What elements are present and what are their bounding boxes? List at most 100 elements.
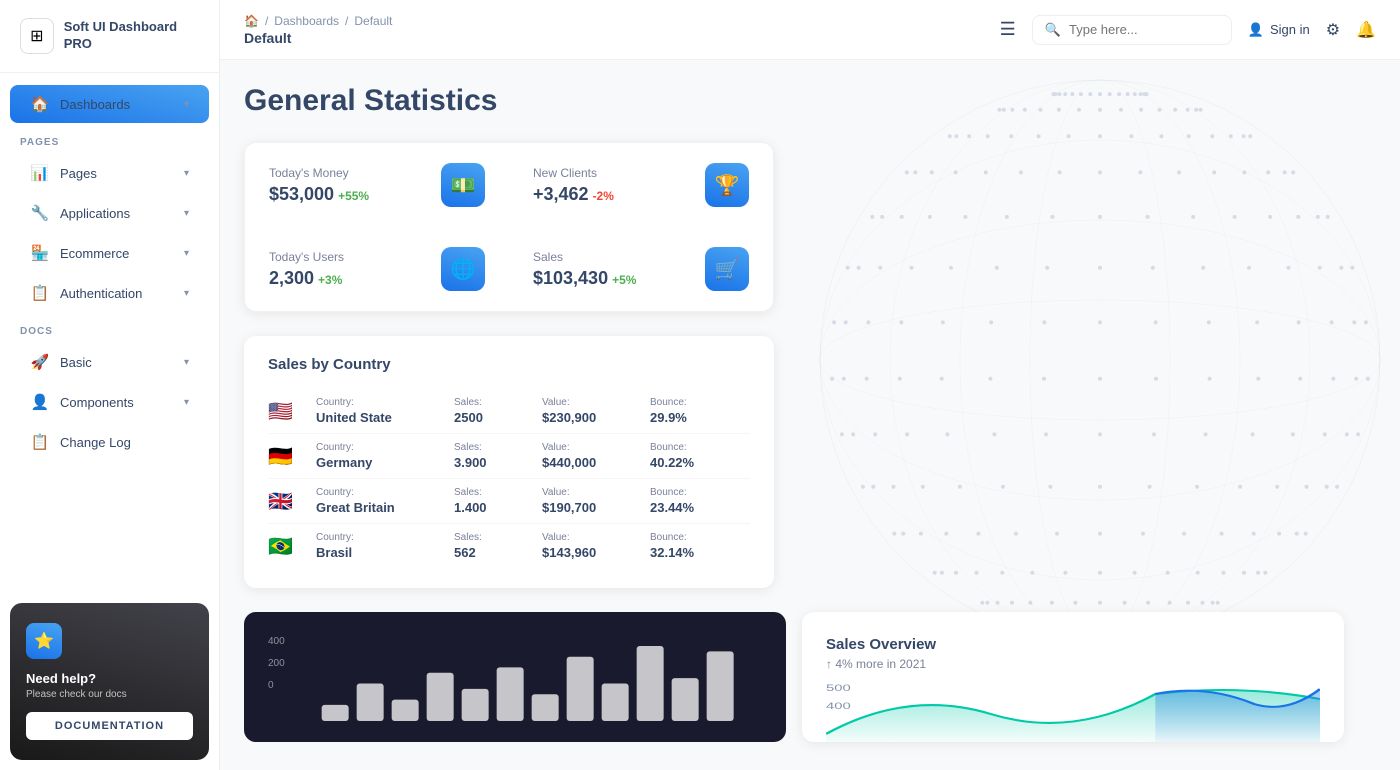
col-value-sales4: 562 [454,545,534,560]
page-title: General Statistics [244,84,1376,118]
col-label-bounce4: Bounce: [650,532,750,543]
hamburger-menu[interactable]: ☰ [1000,19,1016,40]
bounce-br: Bounce: 32.14% [650,532,750,560]
help-star-icon: ⭐ [26,623,62,659]
flag-us: 🇺🇸 [268,399,308,424]
stat-change-sales: +5% [612,273,636,287]
sales-by-country: Sales by Country 🇺🇸 Country: United Stat… [244,336,774,588]
documentation-button[interactable]: DOCUMENTATION [26,712,193,740]
svg-text:400: 400 [826,701,851,711]
basic-icon: 🚀 [30,353,50,371]
stat-value-clients: +3,462 [533,184,589,205]
sidebar-item-dashboards[interactable]: 🏠 Dashboards ▾ [10,85,209,123]
stat-info-money: Today's Money $53,000 +55% [269,166,369,205]
sales-row-de: 🇩🇪 Country: Germany Sales: 3.900 Value: … [268,434,750,479]
pages-icon: 📊 [30,164,50,182]
stat-value-money: $53,000 [269,184,334,205]
help-subtitle: Please check our docs [26,689,193,700]
applications-chevron: ▾ [184,208,189,219]
signin-button[interactable]: 👤 Sign in [1248,22,1310,38]
flag-gb: 🇬🇧 [268,489,308,514]
dashboards-icon: 🏠 [30,95,50,113]
col-label-value4: Value: [542,532,642,543]
col-label-bounce3: Bounce: [650,487,750,498]
pages-section-label: PAGES [0,125,219,152]
topnav: 🏠 / Dashboards / Default Default ☰ 🔍 👤 S… [220,0,1400,60]
components-icon: 👤 [30,393,50,411]
dashboards-label: Dashboards [60,97,130,112]
col-label-sales3: Sales: [454,487,534,498]
sidebar-nav: 🏠 Dashboards ▾ PAGES 📊 Pages ▾ 🔧 Applica… [0,73,219,593]
col-value-sales3: 1.400 [454,500,534,515]
authentication-chevron: ▾ [184,288,189,299]
search-box[interactable]: 🔍 [1032,15,1232,45]
stat-card-users: Today's Users 2,300 +3% 🌐 [244,227,509,312]
ecommerce-icon: 🏪 [30,244,50,262]
col-label-country3: Country: [316,487,446,498]
stat-change-users: +3% [318,273,342,287]
breadcrumb-top: 🏠 / Dashboards / Default [244,14,392,28]
basic-chevron: ▾ [184,357,189,368]
sidebar-item-basic[interactable]: 🚀 Basic ▾ [10,343,209,381]
dashboards-chevron: ▾ [184,99,189,110]
stat-card-sales: Sales $103,430 +5% 🛒 [509,227,774,312]
breadcrumb-separator1: / [265,14,268,28]
overview-up-icon: ↑ [826,657,832,671]
overview-change-text: 4% more in 2021 [835,657,926,671]
breadcrumb: 🏠 / Dashboards / Default Default [244,14,392,46]
sidebar-item-components[interactable]: 👤 Components ▾ [10,383,209,421]
logo-icon: ⊞ [20,18,54,54]
sidebar-item-ecommerce[interactable]: 🏪 Ecommerce ▾ [10,234,209,272]
applications-label: Applications [60,206,130,221]
col-label-bounce2: Bounce: [650,442,750,453]
ecommerce-chevron: ▾ [184,248,189,259]
stat-label-users: Today's Users [269,250,344,264]
sales-table-title: Sales by Country [268,356,750,373]
notifications-icon[interactable]: 🔔 [1356,20,1376,40]
svg-text:500: 500 [826,683,851,693]
stats-grid: Today's Money $53,000 +55% 💵 New Clients… [244,142,774,312]
signin-label: Sign in [1270,22,1310,37]
stat-card-clients: New Clients +3,462 -2% 🏆 [509,142,774,227]
country-us: Country: United State [316,397,446,425]
col-value-value2: $440,000 [542,455,642,470]
stat-value-sales: $103,430 [533,268,608,289]
components-label: Components [60,395,134,410]
col-value-country4: Brasil [316,545,446,560]
stat-info-users: Today's Users 2,300 +3% [269,250,344,289]
col-label-country4: Country: [316,532,446,543]
breadcrumb-title: Default [244,30,392,46]
sidebar-item-pages[interactable]: 📊 Pages ▾ [10,154,209,192]
docs-section-label: DOCS [0,314,219,341]
sales-row-br: 🇧🇷 Country: Brasil Sales: 562 Value: $14… [268,524,750,568]
stat-icon-sales: 🛒 [705,247,749,291]
stat-label-clients: New Clients [533,166,614,180]
basic-label: Basic [60,355,92,370]
sales-us: Sales: 2500 [454,397,534,425]
applications-icon: 🔧 [30,204,50,222]
help-box: ⭐ Need help? Please check our docs DOCUM… [10,603,209,760]
authentication-icon: 📋 [30,284,50,302]
bounce-gb: Bounce: 23.44% [650,487,750,515]
sidebar-item-applications[interactable]: 🔧 Applications ▾ [10,194,209,232]
topnav-right: ☰ 🔍 👤 Sign in ⚙ 🔔 [1000,15,1376,45]
main-area: 🏠 / Dashboards / Default Default ☰ 🔍 👤 S… [220,0,1400,770]
settings-icon[interactable]: ⚙ [1326,20,1340,40]
stat-icon-clients: 🏆 [705,163,749,207]
search-input[interactable] [1069,22,1219,37]
sidebar-item-changelog[interactable]: 📋 Change Log [10,423,209,461]
sidebar-item-authentication[interactable]: 📋 Authentication ▾ [10,274,209,312]
col-value-value1: $230,900 [542,410,642,425]
value-gb: Value: $190,700 [542,487,642,515]
sidebar-logo: ⊞ Soft UI Dashboard PRO [0,0,219,73]
col-value-country3: Great Britain [316,500,446,515]
sales-row-gb: 🇬🇧 Country: Great Britain Sales: 1.400 V… [268,479,750,524]
bounce-us: Bounce: 29.9% [650,397,750,425]
stat-change-money: +55% [338,189,369,203]
col-value-bounce1: 29.9% [650,410,750,425]
col-value-bounce2: 40.22% [650,455,750,470]
app-name: Soft UI Dashboard PRO [64,19,199,53]
value-de: Value: $440,000 [542,442,642,470]
home-icon: 🏠 [244,14,259,28]
col-value-bounce4: 32.14% [650,545,750,560]
